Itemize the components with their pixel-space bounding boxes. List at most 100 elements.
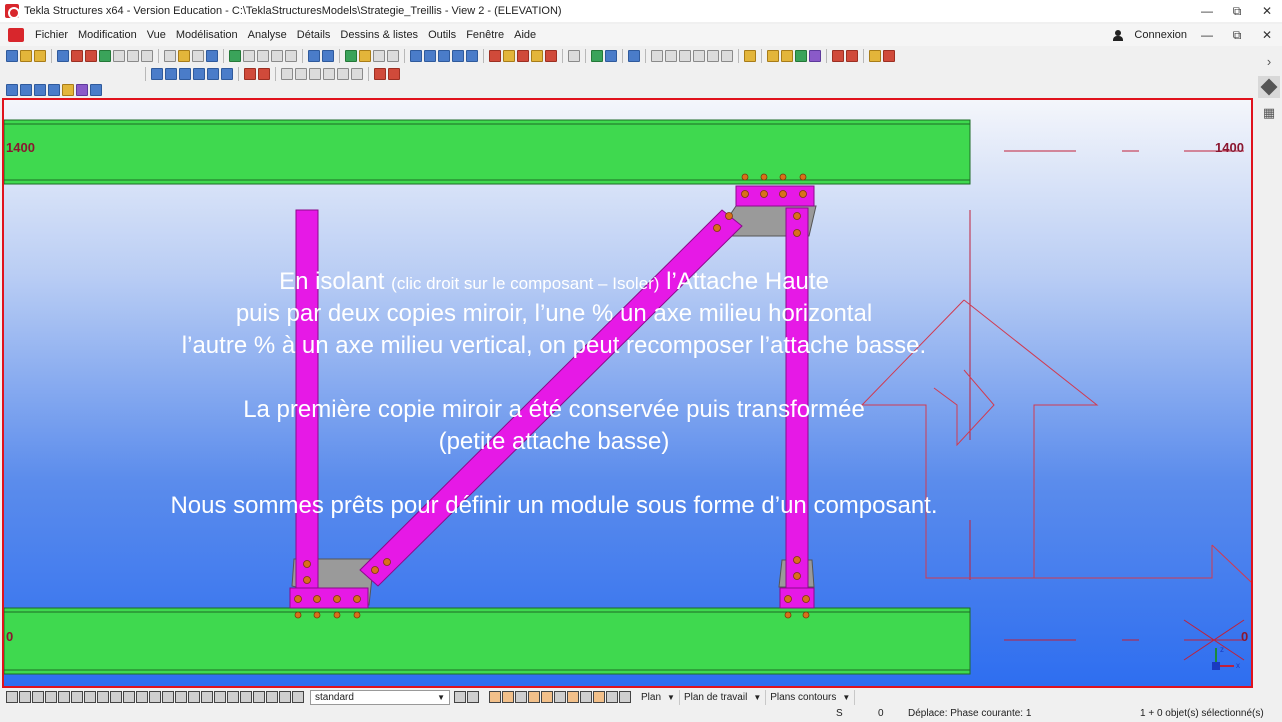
model-view-elevation[interactable]: z x 1400 1400 0 0 En isolant (clic droit…: [2, 98, 1253, 688]
toolbar-icon[interactable]: [193, 68, 205, 80]
select-icon[interactable]: [162, 691, 174, 703]
toolbar-icon[interactable]: [832, 50, 844, 62]
toolbar-icon[interactable]: [76, 84, 88, 96]
menu-outils[interactable]: Outils: [423, 29, 461, 41]
select-icon[interactable]: [292, 691, 304, 703]
toolbar-icon[interactable]: [206, 50, 218, 62]
select-icon[interactable]: [32, 691, 44, 703]
toolbar-icon[interactable]: [605, 50, 617, 62]
toolbar-icon[interactable]: [489, 50, 501, 62]
select-icon[interactable]: [45, 691, 57, 703]
select-icon[interactable]: [149, 691, 161, 703]
toolbar-icon[interactable]: [48, 84, 60, 96]
toolbar-icon[interactable]: [192, 50, 204, 62]
toolbar-icon[interactable]: [707, 50, 719, 62]
select-icon[interactable]: [84, 691, 96, 703]
toolbar-icon[interactable]: [295, 68, 307, 80]
toolbar-icon[interactable]: [221, 68, 233, 80]
toolbar-icon[interactable]: [281, 68, 293, 80]
select-icon[interactable]: [201, 691, 213, 703]
toolbar-icon[interactable]: [113, 50, 125, 62]
toolbar-icon[interactable]: [99, 50, 111, 62]
select-icon[interactable]: [214, 691, 226, 703]
toolbar-icon[interactable]: [591, 50, 603, 62]
toolbar-icon[interactable]: [229, 50, 241, 62]
toolbar-icon[interactable]: [20, 84, 32, 96]
help-icon[interactable]: [628, 50, 640, 62]
snap-icon[interactable]: [515, 691, 527, 703]
toolbar-icon[interactable]: [846, 50, 858, 62]
toolbar-icon[interactable]: [6, 50, 18, 62]
toolbar-icon[interactable]: [62, 84, 74, 96]
toolbar-icon[interactable]: [127, 50, 139, 62]
tekla-logo-icon[interactable]: [8, 28, 24, 42]
select-icon[interactable]: [136, 691, 148, 703]
doc-restore-button[interactable]: ⧉: [1222, 24, 1252, 46]
maximize-button[interactable]: ⧉: [1222, 0, 1252, 22]
menu-fenetre[interactable]: Fenêtre: [461, 29, 509, 41]
toolbar-icon[interactable]: [164, 50, 176, 62]
select-icon[interactable]: [58, 691, 70, 703]
toolbar-icon[interactable]: [57, 50, 69, 62]
toolbar-icon[interactable]: [545, 50, 557, 62]
toolbar-icon[interactable]: [721, 50, 733, 62]
cube-icon[interactable]: [1258, 76, 1280, 98]
toolbar-icon[interactable]: [410, 50, 422, 62]
snap-icon[interactable]: [606, 691, 618, 703]
toolbar-icon[interactable]: [179, 68, 191, 80]
toolbar-icon[interactable]: [568, 50, 580, 62]
toolbar-icon[interactable]: [452, 50, 464, 62]
minimize-button[interactable]: —: [1192, 0, 1222, 22]
menu-aide[interactable]: Aide: [509, 29, 541, 41]
toolbar-icon[interactable]: [869, 50, 881, 62]
plan-dropdown[interactable]: Plan ▼: [637, 689, 680, 705]
toolbar-icon[interactable]: [34, 84, 46, 96]
close-button[interactable]: ✕: [1252, 0, 1282, 22]
menu-modelisation[interactable]: Modélisation: [171, 29, 243, 41]
filter-icon[interactable]: [454, 691, 466, 703]
toolbar-icon[interactable]: [207, 68, 219, 80]
toolbar-icon[interactable]: [151, 68, 163, 80]
select-icon[interactable]: [110, 691, 122, 703]
toolbar-icon[interactable]: [85, 50, 97, 62]
selection-filter-dropdown[interactable]: standard ▼: [310, 689, 450, 705]
toolbar-icon[interactable]: [309, 68, 321, 80]
redo-icon[interactable]: [322, 50, 334, 62]
doc-close-button[interactable]: ✕: [1252, 24, 1282, 46]
toolbar-icon[interactable]: [257, 50, 269, 62]
toolbar-icon[interactable]: [438, 50, 450, 62]
toolbar-icon[interactable]: [90, 84, 102, 96]
toolbar-icon[interactable]: [795, 50, 807, 62]
toolbar-icon[interactable]: [424, 50, 436, 62]
menu-vue[interactable]: Vue: [142, 29, 171, 41]
snap-icon[interactable]: [541, 691, 553, 703]
chevron-right-icon[interactable]: ›: [1258, 50, 1280, 72]
toolbar-icon[interactable]: [466, 50, 478, 62]
select-icon[interactable]: [253, 691, 265, 703]
snap-icon[interactable]: [567, 691, 579, 703]
connexion-button[interactable]: Connexion: [1129, 29, 1192, 41]
toolbar-icon[interactable]: [71, 50, 83, 62]
components-icon[interactable]: ▦: [1258, 102, 1280, 124]
select-icon[interactable]: [175, 691, 187, 703]
snap-icon[interactable]: [580, 691, 592, 703]
toolbar-icon[interactable]: [244, 68, 256, 80]
plans-contours-dropdown[interactable]: Plans contours ▼: [766, 689, 856, 705]
menu-dessins-listes[interactable]: Dessins & listes: [335, 29, 423, 41]
select-icon[interactable]: [123, 691, 135, 703]
menu-modification[interactable]: Modification: [73, 29, 142, 41]
toolbar-icon[interactable]: [178, 50, 190, 62]
toolbar-icon[interactable]: [374, 68, 386, 80]
toolbar-icon[interactable]: [387, 50, 399, 62]
undo-icon[interactable]: [308, 50, 320, 62]
select-icon[interactable]: [71, 691, 83, 703]
toolbar-icon[interactable]: [351, 68, 363, 80]
toolbar-icon[interactable]: [883, 50, 895, 62]
menu-details[interactable]: Détails: [292, 29, 336, 41]
toolbar-icon[interactable]: [285, 50, 297, 62]
toolbar-icon[interactable]: [258, 68, 270, 80]
select-icon[interactable]: [188, 691, 200, 703]
toolbar-icon[interactable]: [531, 50, 543, 62]
toolbar-icon[interactable]: [781, 50, 793, 62]
toolbar-icon[interactable]: [20, 50, 32, 62]
